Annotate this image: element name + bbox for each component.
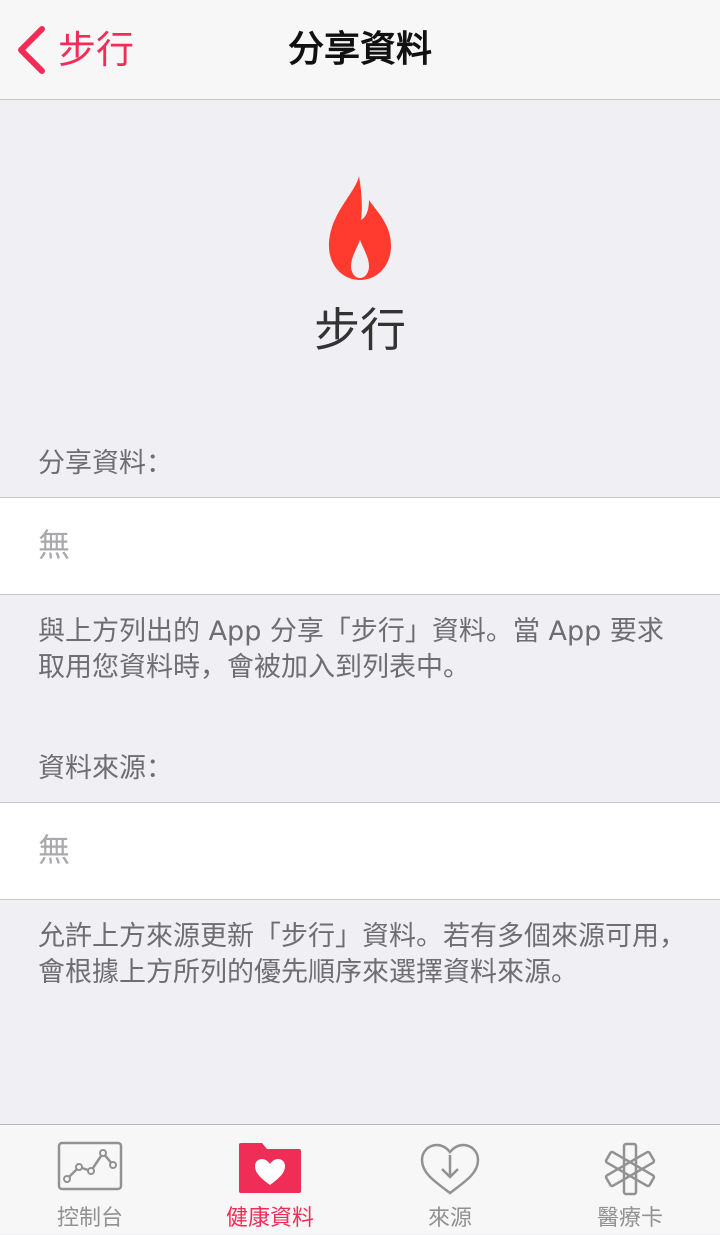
medical-id-icon bbox=[604, 1142, 656, 1196]
share-apps-cell: 無 bbox=[0, 497, 720, 595]
tab-sources-label: 來源 bbox=[427, 1206, 472, 1231]
sources-section-footer: 允許上方來源更新「步行」資料。若有多個來源可用，會根據上方所列的優先順序來選擇資… bbox=[38, 921, 686, 988]
data-sources-cell: 無 bbox=[0, 802, 720, 900]
tab-health-data[interactable]: 健康資料 bbox=[180, 1125, 360, 1235]
page-title: 分享資料 bbox=[287, 29, 432, 70]
data-type-title: 步行 bbox=[314, 303, 406, 357]
tab-health-data-label: 健康資料 bbox=[225, 1206, 314, 1231]
tab-dashboard-label: 控制台 bbox=[56, 1206, 123, 1231]
share-apps-value: 無 bbox=[38, 526, 71, 564]
dashboard-icon bbox=[57, 1141, 123, 1191]
share-section-footer: 與上方列出的 App 分享「步行」資料。當 App 要求取用您資料時，會被加入到… bbox=[38, 616, 664, 683]
flame-icon bbox=[329, 176, 391, 280]
sources-section-header: 資料來源： bbox=[38, 753, 173, 784]
navigation-bar: 步行 分享資料 bbox=[0, 0, 720, 100]
share-data-screen: 步行 分享資料 步行 分享資料： 無 與上方列出的 App 分享「步行」資料。當… bbox=[0, 0, 720, 1234]
tab-medical-id[interactable]: 醫療卡 bbox=[540, 1125, 720, 1235]
tab-bar: 控制台 健康資料 來源 醫療卡 bbox=[0, 1124, 720, 1234]
share-section-header: 分享資料： bbox=[38, 448, 173, 479]
tab-medical-id-label: 醫療卡 bbox=[596, 1206, 663, 1231]
tab-dashboard[interactable]: 控制台 bbox=[0, 1125, 180, 1235]
health-data-folder-icon bbox=[239, 1143, 301, 1193]
data-type-header: 步行 bbox=[0, 100, 720, 420]
data-sources-value: 無 bbox=[38, 831, 71, 869]
sources-download-icon bbox=[420, 1143, 480, 1195]
tab-sources[interactable]: 來源 bbox=[360, 1125, 540, 1235]
